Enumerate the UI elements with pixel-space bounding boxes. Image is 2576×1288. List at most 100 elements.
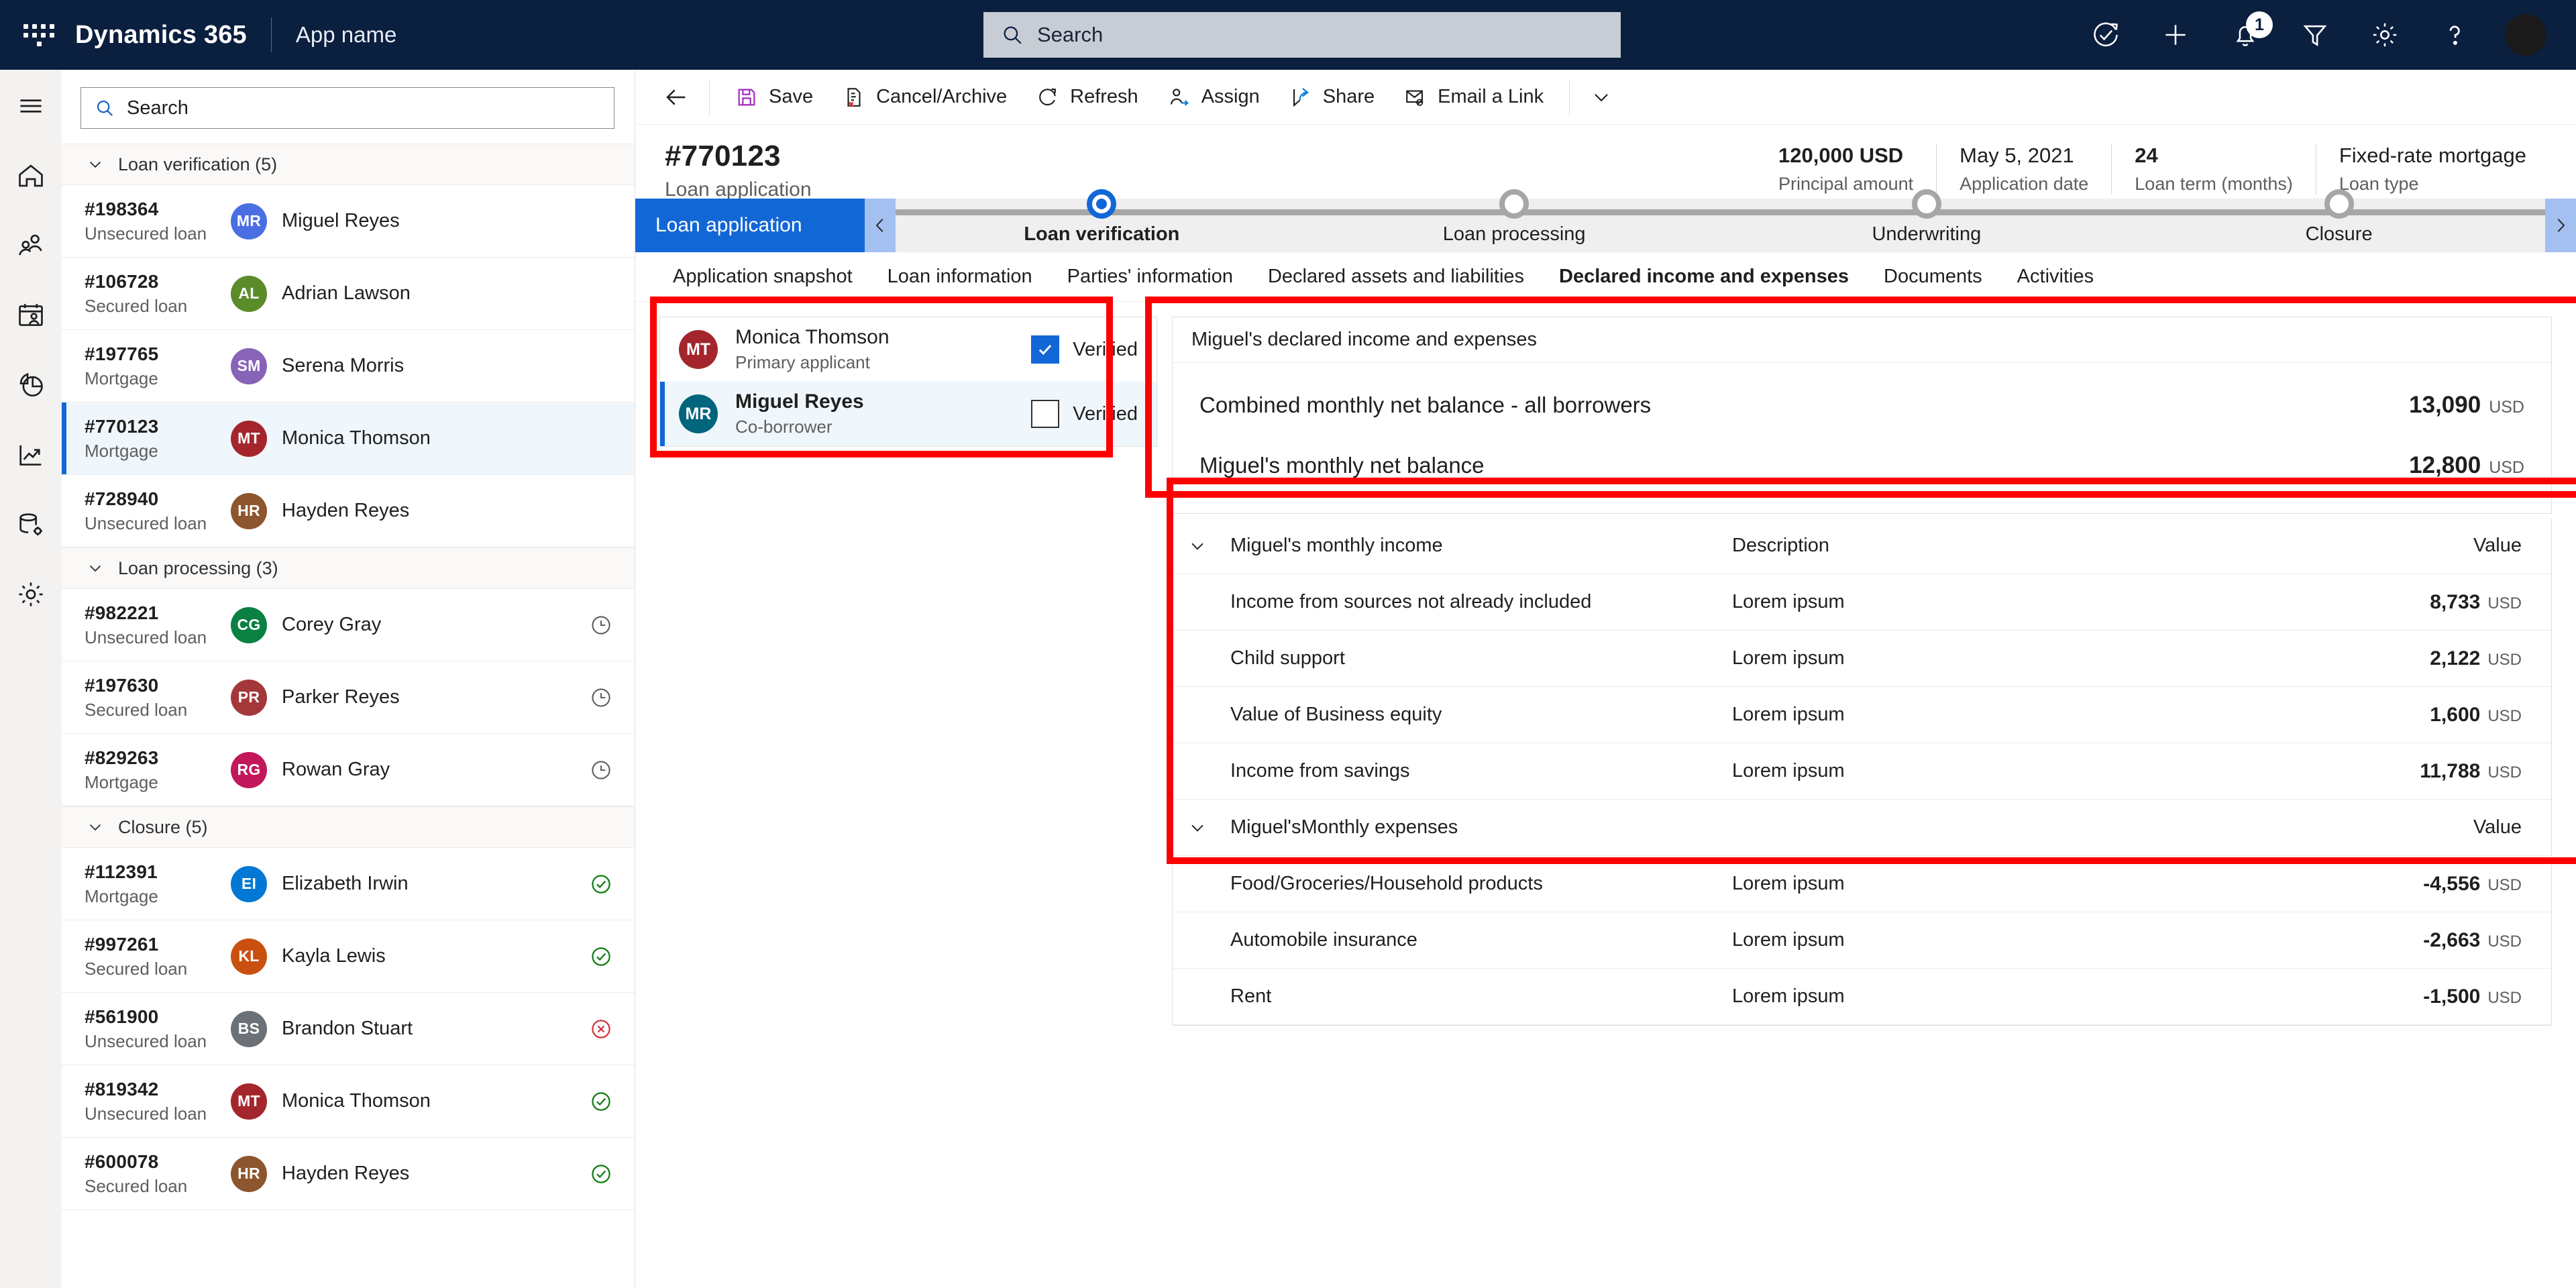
settings-gear-icon[interactable] bbox=[12, 576, 50, 613]
plus-icon[interactable] bbox=[2156, 15, 2195, 54]
page-title: #770123 bbox=[665, 140, 781, 172]
summary-currency: USD bbox=[2489, 458, 2524, 477]
section-toggle[interactable] bbox=[1173, 536, 1222, 556]
trend-chart-icon[interactable] bbox=[12, 436, 50, 474]
applicant-row[interactable]: MT Monica Thomson Primary applicant Verifie… bbox=[660, 317, 1157, 382]
calendar-person-icon[interactable] bbox=[12, 297, 50, 334]
table-row[interactable]: Food/Groceries/Household products Lorem i… bbox=[1173, 856, 2551, 912]
filter-icon[interactable] bbox=[2296, 15, 2334, 54]
list-group-header[interactable]: Loan processing (3) bbox=[62, 547, 635, 589]
bpf-active-stage[interactable]: Loan application bbox=[635, 199, 865, 252]
global-search-input[interactable]: Search bbox=[983, 12, 1621, 58]
tab-documents[interactable]: Documents bbox=[1866, 252, 2000, 302]
help-icon[interactable] bbox=[2435, 15, 2474, 54]
verified-checkbox[interactable] bbox=[1031, 335, 1060, 364]
save-button[interactable]: Save bbox=[720, 75, 828, 119]
tab-parties-information[interactable]: Parties' information bbox=[1050, 252, 1250, 302]
avatar: MR bbox=[231, 203, 267, 239]
list-item[interactable]: #197765 Mortgage SM Serena Morris bbox=[62, 330, 635, 402]
list-item[interactable]: #770123 Mortgage MT Monica Thomson bbox=[62, 402, 635, 475]
home-icon[interactable] bbox=[12, 157, 50, 195]
app-launcher-waffle-icon[interactable] bbox=[20, 16, 58, 54]
verified-checkbox[interactable] bbox=[1031, 400, 1060, 428]
avatar: RG bbox=[231, 751, 267, 788]
tab-declared-income-and-expenses[interactable]: Declared income and expenses bbox=[1542, 252, 1866, 302]
tab-label: Parties' information bbox=[1067, 266, 1233, 287]
list-item-type: Mortgage bbox=[85, 368, 158, 388]
pie-chart-icon[interactable] bbox=[12, 366, 50, 404]
row-name: Value of Business equity bbox=[1230, 704, 1442, 725]
list-search-input[interactable]: Search bbox=[80, 87, 614, 129]
bell-icon[interactable]: 1 bbox=[2226, 11, 2273, 54]
row-value: 11,788 bbox=[2420, 759, 2481, 782]
list-group-header[interactable]: Closure (5) bbox=[62, 806, 635, 848]
applicant-row[interactable]: MR Miguel Reyes Co-borrower Verified bbox=[660, 382, 1157, 446]
chevron-down-icon bbox=[89, 161, 101, 168]
refresh-button[interactable]: Refresh bbox=[1022, 75, 1153, 119]
list-item[interactable]: #106728 Secured loan AL Adrian Lawson bbox=[62, 258, 635, 330]
declared-card-title: Miguel's declared income and expenses bbox=[1173, 317, 2551, 363]
bpf-stage-loan-verification[interactable]: Loan verification bbox=[896, 189, 1308, 252]
bpf-previous-chevron-icon[interactable] bbox=[865, 199, 896, 252]
section-toggle[interactable] bbox=[1173, 818, 1222, 838]
list-item[interactable]: #982221 Unsecured loan CG Corey Gray bbox=[62, 589, 635, 661]
summary-value: 12,800 bbox=[2409, 452, 2481, 478]
table-row[interactable]: Automobile insurance Lorem ipsum -2,663 USD bbox=[1173, 912, 2551, 969]
table-section-header[interactable]: Miguel's monthly income Description Value bbox=[1173, 518, 2551, 574]
table-row[interactable]: Rent Lorem ipsum -1,500 USD bbox=[1173, 969, 2551, 1025]
bpf-next-chevron-icon[interactable] bbox=[2545, 199, 2576, 252]
list-item-name: Corey Gray bbox=[282, 614, 382, 635]
tab-declared-assets-and-liabilities[interactable]: Declared assets and liabilities bbox=[1250, 252, 1542, 302]
brand-divider bbox=[270, 17, 272, 52]
tab-application-snapshot[interactable]: Application snapshot bbox=[655, 252, 870, 302]
summary-label: Miguel's monthly net balance bbox=[1199, 453, 1485, 478]
list-item[interactable]: #728940 Unsecured loan HR Hayden Reyes bbox=[62, 475, 635, 547]
list-item-name: Hayden Reyes bbox=[282, 500, 410, 521]
email-a-link-button[interactable]: Email a Link bbox=[1389, 75, 1558, 119]
list-item[interactable]: #197630 Secured loan PR Parker Reyes bbox=[62, 661, 635, 734]
bpf-stage-node bbox=[1499, 189, 1529, 219]
chevron-down-icon[interactable] bbox=[1580, 76, 1622, 118]
table-row[interactable]: Income from sources not already included… bbox=[1173, 574, 2551, 631]
row-name: Child support bbox=[1230, 647, 1345, 669]
applicant-role: Co-borrower bbox=[735, 417, 833, 437]
status-badge bbox=[586, 352, 616, 381]
share-button[interactable]: Share bbox=[1275, 75, 1389, 119]
assign-button[interactable]: Assign bbox=[1153, 75, 1275, 119]
list-item[interactable]: #997261 Secured loan KL Kayla Lewis bbox=[62, 920, 635, 993]
list-item[interactable]: #600078 Secured loan HR Hayden Reyes bbox=[62, 1138, 635, 1210]
cancel-archive-button[interactable]: Cancel/Archive bbox=[828, 75, 1022, 119]
list-item[interactable]: #829263 Mortgage RG Rowan Gray bbox=[62, 734, 635, 806]
tab-label: Loan information bbox=[887, 266, 1032, 287]
list-item[interactable]: #112391 Mortgage EI Elizabeth Irwin bbox=[62, 848, 635, 920]
table-row[interactable]: Income from savings Lorem ipsum 11,788 USD bbox=[1173, 743, 2551, 800]
list-group-label: Loan processing (3) bbox=[118, 557, 278, 578]
list-item[interactable]: #198364 Unsecured loan MR Miguel Reyes bbox=[62, 185, 635, 258]
table-row[interactable]: Value of Business equity Lorem ipsum 1,600… bbox=[1173, 687, 2551, 743]
hamburger-menu-icon[interactable] bbox=[12, 87, 50, 125]
people-icon[interactable] bbox=[12, 227, 50, 264]
list-item[interactable]: #819342 Unsecured loan MT Monica Thomson bbox=[62, 1065, 635, 1138]
loan-list-groups: Loan verification (5) #198364 Unsecured lo… bbox=[62, 144, 635, 1210]
list-item[interactable]: #561900 Unsecured loan BS Brandon Stuart bbox=[62, 993, 635, 1065]
list-item-type: Unsecured loan bbox=[85, 223, 207, 244]
tab-activities[interactable]: Activities bbox=[2000, 252, 2111, 302]
user-avatar[interactable] bbox=[2505, 14, 2546, 56]
table-section-header[interactable]: Miguel'sMonthly expenses Value bbox=[1173, 800, 2551, 856]
row-value-block: 8,733 USD bbox=[2430, 591, 2551, 614]
list-group-header[interactable]: Loan verification (5) bbox=[62, 144, 635, 185]
section-title: Miguel's monthly income bbox=[1230, 535, 1443, 556]
gear-icon[interactable] bbox=[2365, 15, 2404, 54]
list-item-name: Parker Reyes bbox=[282, 686, 400, 708]
bpf-stage-loan-processing[interactable]: Loan processing bbox=[1308, 189, 1721, 252]
record-form: Save Cancel/Archive Refresh Assign Share… bbox=[635, 70, 2576, 1288]
task-complete-icon[interactable] bbox=[2086, 15, 2125, 54]
table-row[interactable]: Child support Lorem ipsum 2,122 USD bbox=[1173, 631, 2551, 687]
bpf-stage-closure[interactable]: Closure bbox=[2133, 189, 2545, 252]
tab-label: Documents bbox=[1884, 266, 1982, 287]
tab-loan-information[interactable]: Loan information bbox=[870, 252, 1050, 302]
bpf-stage-underwriting[interactable]: Underwriting bbox=[1721, 189, 2133, 252]
database-settings-icon[interactable] bbox=[12, 506, 50, 543]
command-bar-divider bbox=[709, 78, 710, 115]
back-arrow-icon[interactable] bbox=[654, 75, 698, 119]
